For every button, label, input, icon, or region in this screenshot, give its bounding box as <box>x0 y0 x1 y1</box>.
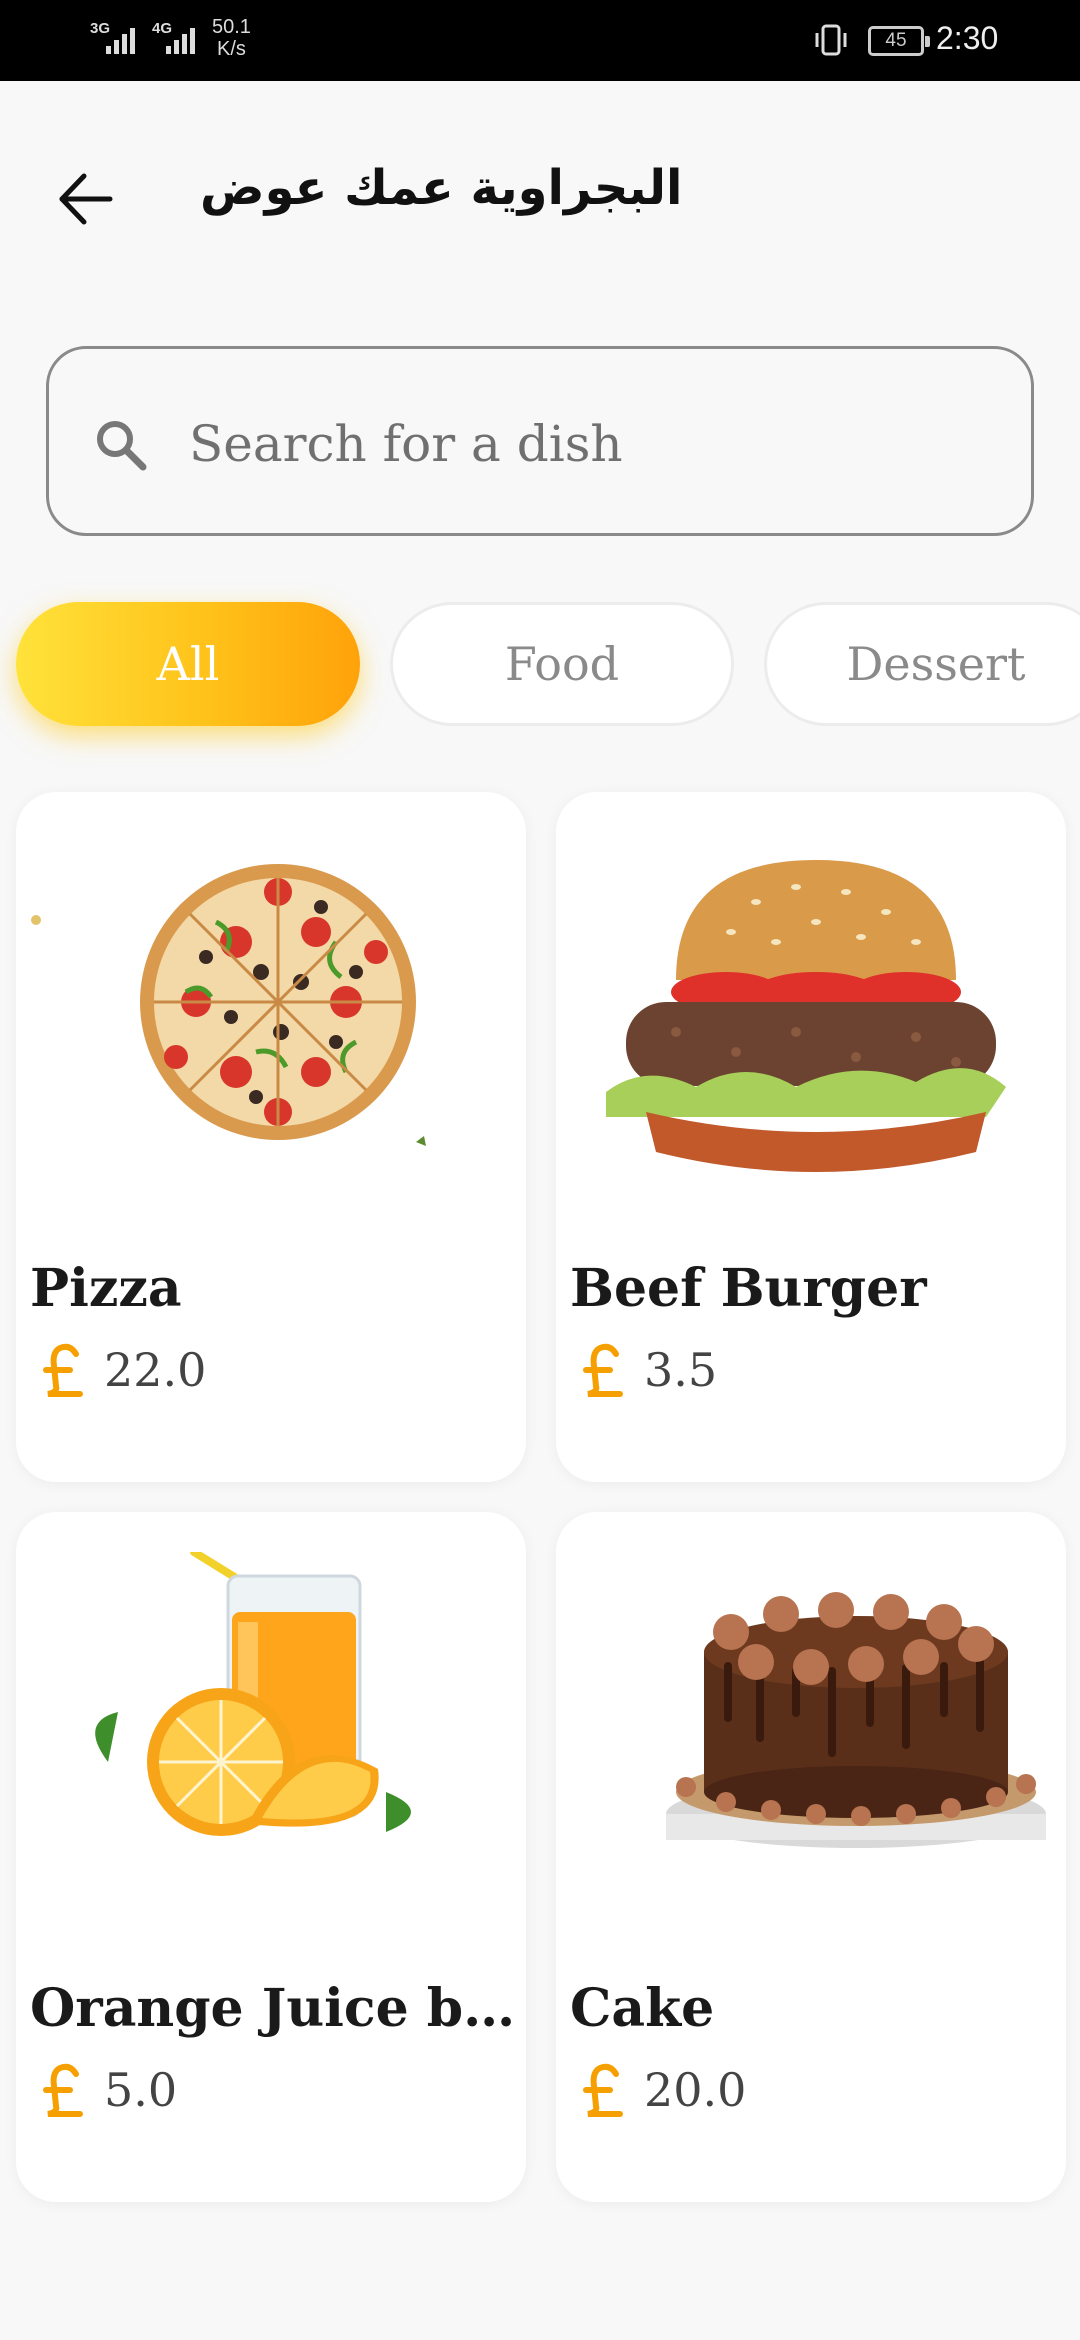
item-price-value: 20.0 <box>644 2063 747 2117</box>
item-price: 3.5 <box>582 1340 717 1400</box>
network-speed-unit: K/s <box>217 38 246 60</box>
vibrate-icon <box>815 24 847 56</box>
menu-item-card[interactable]: Pizza 22.0 <box>16 792 526 1482</box>
item-name: Pizza <box>30 1258 182 1319</box>
search-input[interactable] <box>189 389 989 499</box>
menu-item-card[interactable]: Orange Juice big ... 5.0 <box>16 1512 526 2202</box>
burger-image <box>606 860 1006 1172</box>
item-price-value: 22.0 <box>104 1343 207 1397</box>
item-price-value: 3.5 <box>644 1343 718 1397</box>
pound-icon <box>583 2063 623 2117</box>
item-price: 20.0 <box>582 2060 746 2120</box>
category-chip-dessert[interactable]: Dessert <box>764 602 1080 726</box>
pound-icon <box>43 1343 83 1397</box>
category-chip-label: Dessert <box>846 637 1026 691</box>
battery-icon: 45 <box>868 26 930 56</box>
search-icon <box>97 421 147 471</box>
signal-icon <box>106 26 135 54</box>
category-chip-all[interactable]: All <box>16 602 360 726</box>
arrow-left-icon[interactable] <box>54 166 120 232</box>
category-chip-label: All <box>156 637 220 691</box>
clock: 2:30 <box>936 20 999 56</box>
category-chip-food[interactable]: Food <box>390 602 734 726</box>
battery-level: 45 <box>885 30 907 51</box>
item-name: Beef Burger <box>570 1258 927 1319</box>
orange-juice-image <box>95 1552 411 1836</box>
pizza-image <box>31 864 426 1146</box>
pound-icon <box>43 2063 83 2117</box>
pound-icon <box>583 1343 623 1397</box>
category-chip-label: Food <box>504 637 620 691</box>
network-speed: 50.1 K/s <box>212 16 251 60</box>
item-price: 5.0 <box>42 2060 177 2120</box>
search-bar[interactable] <box>46 346 1034 536</box>
network-speed-value: 50.1 <box>212 16 251 38</box>
page-title: البجراوية عمك عوض <box>200 160 683 216</box>
menu-item-card[interactable]: Beef Burger 3.5 <box>556 792 1066 1482</box>
item-price: 22.0 <box>42 1340 206 1400</box>
menu-item-card[interactable]: Cake 20.0 <box>556 1512 1066 2202</box>
item-name: Orange Juice big ... <box>30 1978 516 2039</box>
item-price-value: 5.0 <box>104 2063 178 2117</box>
status-bar: 3G 4G 50.1 K/s 45 2:30 <box>0 0 1080 81</box>
signal-icon-2 <box>166 26 195 54</box>
chocolate-cake-image <box>666 1592 1046 1848</box>
item-name: Cake <box>570 1978 715 2039</box>
